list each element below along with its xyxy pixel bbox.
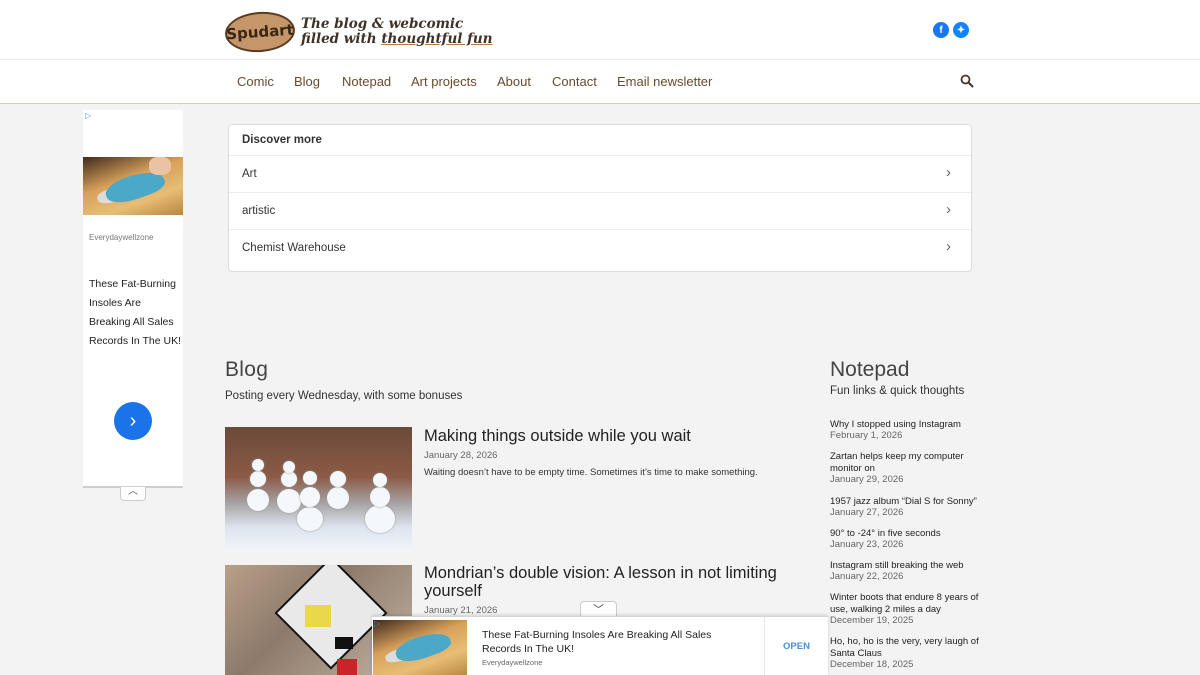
post-date: January 28, 2026 — [424, 450, 498, 461]
notepad-item-date: January 29, 2026 — [830, 474, 904, 485]
ad-next-arrow-icon[interactable]: › — [114, 402, 152, 440]
bluesky-glyph: ✦ — [956, 24, 966, 36]
ad-source: Everydaywellzone — [89, 233, 154, 242]
logo-badge: Spudart — [223, 9, 297, 55]
bottom-ad-image[interactable] — [373, 620, 467, 675]
discover-item-label: Art — [242, 168, 257, 180]
discover-item-chemist-warehouse[interactable]: Chemist Warehouse › — [229, 229, 971, 266]
notepad-item-title[interactable]: Ho, ho, ho is the very, very laugh of Sa… — [830, 636, 980, 660]
discover-item-label: artistic — [242, 205, 276, 217]
nav-item-blog[interactable]: Blog — [294, 74, 320, 89]
notepad-item[interactable]: Why I stopped using Instagram February 1… — [830, 419, 980, 441]
post-date: January 21, 2026 — [424, 605, 498, 616]
search-icon[interactable] — [960, 74, 974, 88]
bottom-ad-source: Everydaywellzone — [482, 658, 543, 667]
snowman-shape — [330, 471, 346, 487]
facebook-glyph: f — [939, 24, 943, 36]
nav-item-email-newsletter[interactable]: Email newsletter — [617, 74, 712, 89]
bottom-ad-headline[interactable]: These Fat-Burning Insoles Are Breaking A… — [482, 628, 722, 656]
notepad-item[interactable]: 90° to -24° in five seconds January 23, … — [830, 528, 980, 550]
post-title[interactable]: Mondrian’s double vision: A lesson in no… — [424, 564, 784, 600]
snowman-shape — [252, 459, 264, 471]
ad-image[interactable] — [83, 157, 183, 215]
notepad-item-date: December 19, 2025 — [830, 615, 914, 626]
notepad-item-date: December 18, 2025 — [830, 659, 914, 670]
bluesky-icon[interactable]: ✦ — [953, 22, 969, 38]
chevron-right-icon: › — [946, 164, 951, 181]
snowman-shape — [250, 471, 266, 487]
snowman-shape — [303, 471, 317, 485]
main-nav: Comic Blog Notepad Art projects About Co… — [0, 60, 1200, 104]
tagline-line2: filled with thoughtful fun — [301, 32, 493, 47]
nav-item-notepad[interactable]: Notepad — [342, 74, 391, 89]
snowman-shape — [365, 505, 395, 533]
snowman-shape — [283, 461, 295, 473]
snowman-shape — [373, 473, 387, 487]
snowman-shape — [247, 489, 269, 511]
notepad-item-date: January 23, 2026 — [830, 539, 904, 550]
notepad-section-subtitle: Fun links & quick thoughts — [830, 385, 965, 397]
logo-text: Spudart — [225, 20, 295, 44]
notepad-item[interactable]: Zartan helps keep my computer monitor on… — [830, 451, 980, 485]
ad-arrow-glyph: › — [129, 409, 137, 432]
notepad-item[interactable]: Instagram still breaking the web January… — [830, 560, 980, 582]
discover-item-art[interactable]: Art › — [229, 155, 971, 192]
snowman-shape — [281, 471, 297, 487]
nav-item-comic[interactable]: Comic — [237, 74, 274, 89]
blog-section-subtitle: Posting every Wednesday, with some bonus… — [225, 390, 463, 402]
tagline-line2-start: filled with — [301, 31, 382, 47]
notepad-item[interactable]: 1957 jazz album “Dial S for Sonny” Janua… — [830, 496, 980, 518]
snowman-shape — [277, 489, 301, 513]
notepad-item[interactable]: Winter boots that endure 8 years of use,… — [830, 592, 980, 626]
mondrian-black-block — [335, 637, 353, 649]
nav-item-contact[interactable]: Contact — [552, 74, 597, 89]
ad-choices-icon[interactable]: ▷ — [85, 111, 91, 120]
snowman-shape — [297, 507, 323, 531]
post-title[interactable]: Making things outside while you wait — [424, 427, 784, 445]
site-tagline: The blog & webcomic filled with thoughtf… — [301, 17, 493, 47]
tagline-highlight: thoughtful fun — [381, 31, 493, 47]
nav-item-about[interactable]: About — [497, 74, 531, 89]
snowman-shape — [327, 487, 349, 509]
mondrian-diamond-shape — [274, 565, 388, 670]
discover-item-label: Chemist Warehouse — [242, 242, 346, 254]
snowman-shape — [300, 487, 320, 507]
discover-title: Discover more — [242, 134, 322, 146]
bottom-ad-collapse-button[interactable]: ﹀ — [580, 601, 617, 617]
side-ad-collapse-button[interactable]: ︿ — [120, 487, 146, 501]
post-thumbnail-snowmen[interactable] — [225, 427, 412, 552]
snowman-shape — [370, 487, 390, 507]
facebook-icon[interactable]: f — [933, 22, 949, 38]
nav-item-art-projects[interactable]: Art projects — [411, 74, 477, 89]
tagline-line1: The blog & webcomic — [301, 16, 464, 32]
blog-section-title[interactable]: Blog — [225, 358, 268, 382]
notepad-item-title[interactable]: Winter boots that endure 8 years of use,… — [830, 592, 980, 616]
notepad-item[interactable]: Ho, ho, ho is the very, very laugh of Sa… — [830, 636, 980, 670]
bottom-ad-image-insole — [392, 627, 454, 667]
site-header: Spudart The blog & webcomic filled with … — [0, 0, 1200, 60]
site-logo[interactable]: Spudart The blog & webcomic filled with … — [223, 9, 493, 55]
bottom-ad-open-button[interactable]: OPEN — [764, 617, 828, 675]
notepad-item-title[interactable]: Zartan helps keep my computer monitor on — [830, 451, 980, 475]
mondrian-red-block — [337, 659, 357, 675]
notepad-item-date: January 22, 2026 — [830, 571, 904, 582]
mondrian-yellow-block — [305, 605, 331, 627]
discover-item-artistic[interactable]: artistic › — [229, 192, 971, 229]
bottom-anchor-ad[interactable]: ▷ These Fat-Burning Insoles Are Breaking… — [372, 616, 828, 675]
ad-choices-icon[interactable]: ▷ — [374, 619, 380, 628]
ad-headline[interactable]: These Fat-Burning Insoles Are Breaking A… — [89, 275, 181, 351]
notepad-item-date: January 27, 2026 — [830, 507, 904, 518]
post-excerpt: Waiting doesn’t have to be empty time. S… — [424, 467, 758, 478]
discover-more-panel: Discover more Art › artistic › Chemist W… — [228, 124, 972, 272]
chevron-right-icon: › — [946, 201, 951, 218]
side-ad[interactable]: ▷ Everydaywellzone These Fat-Burning Ins… — [83, 110, 183, 488]
chevron-right-icon: › — [946, 238, 951, 255]
ad-image-hand — [149, 157, 171, 175]
notepad-item-date: February 1, 2026 — [830, 430, 903, 441]
notepad-section-title[interactable]: Notepad — [830, 358, 909, 382]
